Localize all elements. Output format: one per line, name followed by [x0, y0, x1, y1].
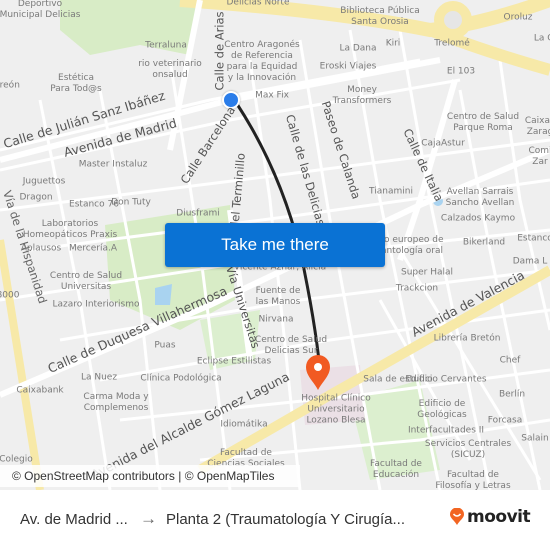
poi-label[interactable]: Forcasa	[488, 416, 523, 427]
poi-label[interactable]: Edificio de Geológicas	[417, 399, 466, 421]
poi-label[interactable]: La Dana	[339, 44, 376, 55]
poi-label[interactable]: ro europeo de antología oral	[381, 235, 444, 257]
poi-label[interactable]: Hospital Clínico Universitario Lozano Bl…	[301, 394, 371, 427]
poi-label[interactable]: Deportivo Municipal Delicias	[0, 0, 80, 21]
poi-label[interactable]: Facultad de Educación	[370, 459, 422, 481]
take-me-there-button[interactable]: Take me there	[165, 223, 385, 267]
poi-label[interactable]: Eroski Viajes	[320, 62, 377, 73]
poi-label[interactable]: Salain	[521, 434, 548, 445]
poi-label[interactable]: Aplausos	[21, 244, 61, 255]
poi-label[interactable]: Centro de Salud Parque Roma	[447, 112, 519, 134]
poi-label[interactable]: Dragon	[19, 193, 52, 204]
poi-label[interactable]: Puas	[154, 341, 175, 352]
poi-label[interactable]: Librería Bretón	[434, 334, 501, 345]
poi-label[interactable]: Oroluz	[503, 13, 532, 24]
poi-label[interactable]: Juguettos	[23, 177, 66, 188]
poi-label[interactable]: Facultad de Filosofía y Letras	[435, 470, 510, 490]
poi-label[interactable]: Laboratorios Homeopáticos Praxis	[23, 219, 117, 241]
poi-label[interactable]: Colegio	[0, 455, 33, 466]
footer-bar: Av. de Madrid ... → Planta 2 (Traumatolo…	[0, 490, 550, 550]
poi-label[interactable]: rreón	[0, 81, 20, 92]
poi-label[interactable]: Kiri	[386, 39, 401, 50]
poi-label[interactable]: Comi Zar	[528, 146, 550, 168]
poi-label[interactable]: Centro de Salud Universitas	[50, 271, 122, 293]
poi-label[interactable]: rio veterinario onsalud	[138, 59, 202, 81]
poi-label[interactable]: CaixaF Zarag	[525, 116, 550, 138]
poi-label[interactable]: Mercería.A	[69, 244, 117, 255]
poi-label[interactable]: Clínica Podológica	[140, 374, 221, 385]
poi-label[interactable]: Tianamini	[369, 187, 413, 198]
poi-label[interactable]: 8000	[0, 291, 19, 302]
poi-label[interactable]: Biblioteca Pública Santa Orosia	[340, 6, 419, 28]
poi-label[interactable]: Dama L	[513, 257, 548, 268]
map[interactable]: Calle de Julián Sanz Ibáñez Avenida de M…	[0, 0, 550, 490]
poi-label[interactable]: Estética Para Tod@s	[50, 73, 102, 95]
poi-label[interactable]: Caixabank	[16, 386, 63, 397]
poi-label[interactable]: La Nuez	[81, 373, 117, 384]
poi-label[interactable]: Master Instaluz	[79, 160, 148, 171]
poi-label[interactable]: Diusframi	[176, 209, 219, 220]
poi-label[interactable]: Money Transformers	[333, 85, 392, 107]
poi-label[interactable]: Eclipse Estilistas	[197, 357, 271, 368]
poi-label[interactable]: Super Halal	[401, 268, 453, 279]
poi-label[interactable]: Centro Aragonés de Referencia para la Eq…	[224, 40, 299, 84]
poi-label[interactable]: CajaAstur	[421, 139, 465, 150]
moovit-logo[interactable]: moovit	[449, 507, 531, 527]
poi-label[interactable]: Idiomátika	[220, 420, 267, 431]
poi-label[interactable]: Bikerland	[463, 238, 505, 249]
poi-label[interactable]: Chef	[500, 356, 521, 367]
map-attribution[interactable]: © OpenStreetMap contributors | © OpenMap…	[0, 465, 300, 487]
brand-name: moovit	[467, 507, 531, 527]
moovit-pin-icon	[450, 508, 464, 525]
poi-label[interactable]: Avellan Sarrais Sancho Avellan	[446, 187, 515, 209]
poi-label[interactable]: Terraluna	[145, 41, 187, 52]
poi-label[interactable]: Trackcion	[396, 284, 438, 295]
poi-label[interactable]: Carma Moda y Complemenos	[83, 392, 148, 414]
poi-label[interactable]: Lazaro Interiorismo	[53, 300, 140, 311]
poi-label[interactable]: Trelomé	[434, 39, 470, 50]
arrow-right-icon: →	[140, 509, 157, 528]
poi-label[interactable]: El 103	[447, 67, 475, 78]
poi-label[interactable]: Servicios Centrales (SICUZ)	[425, 439, 511, 461]
poi-label[interactable]: Nirvana	[259, 315, 294, 326]
poi-label[interactable]: Fuente de las Manos	[256, 286, 301, 308]
destination-label: Planta 2 (Traumatología Y Cirugía...	[166, 511, 406, 528]
poi-label[interactable]: Don Tuty	[111, 198, 151, 209]
poi-label[interactable]: Edificio Cervantes	[405, 375, 486, 386]
poi-label[interactable]: Estanco	[517, 234, 550, 245]
poi-label[interactable]: Calzados Kaymo	[441, 214, 515, 225]
poi-label[interactable]: Berlín	[499, 390, 525, 401]
poi-label[interactable]: Delicias Norte	[227, 0, 290, 9]
poi-label[interactable]: Interfacultades II	[408, 426, 484, 437]
poi-label[interactable]: La Cl	[534, 34, 550, 45]
poi-label[interactable]: Max Fix	[255, 91, 289, 102]
origin-label: Av. de Madrid ...	[20, 511, 128, 528]
poi-label[interactable]: Centro de Salud Delicias Sur	[255, 335, 327, 357]
